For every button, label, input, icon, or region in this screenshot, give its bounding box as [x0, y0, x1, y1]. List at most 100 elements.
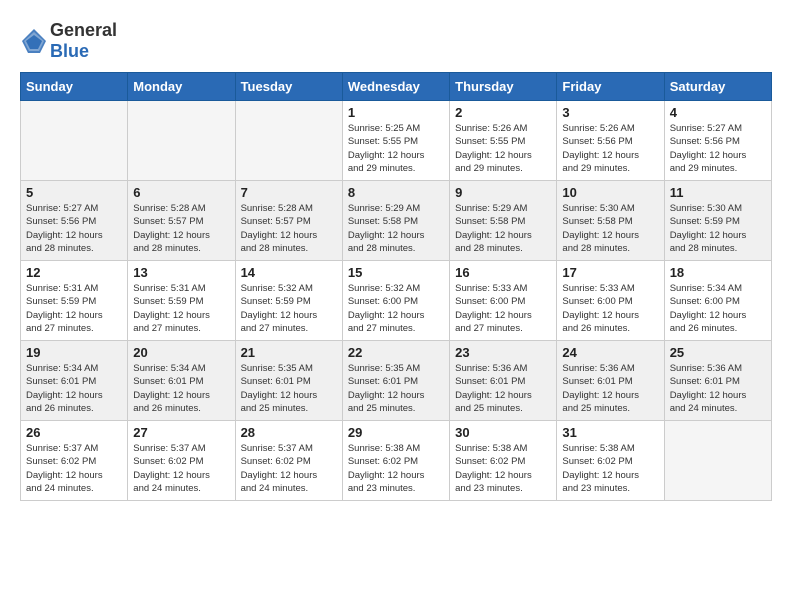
day-info: Sunrise: 5:26 AM Sunset: 5:55 PM Dayligh… [455, 122, 551, 175]
day-number: 29 [348, 425, 444, 440]
day-number: 17 [562, 265, 658, 280]
day-number: 12 [26, 265, 122, 280]
weekday-header-monday: Monday [128, 73, 235, 101]
weekday-header-saturday: Saturday [664, 73, 771, 101]
day-number: 7 [241, 185, 337, 200]
calendar-cell: 4 Sunrise: 5:27 AM Sunset: 5:56 PM Daylig… [664, 101, 771, 181]
calendar-cell: 18 Sunrise: 5:34 AM Sunset: 6:00 PM Dayli… [664, 261, 771, 341]
calendar-cell: 15Sunrise: 5:32 AM Sunset: 6:00 PM Dayli… [342, 261, 449, 341]
day-number: 6 [133, 185, 229, 200]
weekday-header-sunday: Sunday [21, 73, 128, 101]
calendar-cell [664, 421, 771, 501]
day-number: 26 [26, 425, 122, 440]
day-info: Sunrise: 5:31 AM Sunset: 5:59 PM Dayligh… [26, 282, 122, 335]
calendar-cell: 20Sunrise: 5:34 AM Sunset: 6:01 PM Dayli… [128, 341, 235, 421]
calendar-table: SundayMondayTuesdayWednesdayThursdayFrid… [20, 72, 772, 501]
calendar-cell: 5Sunrise: 5:27 AM Sunset: 5:56 PM Daylig… [21, 181, 128, 261]
day-info: Sunrise: 5:38 AM Sunset: 6:02 PM Dayligh… [348, 442, 444, 495]
day-number: 31 [562, 425, 658, 440]
calendar-cell: 28 Sunrise: 5:37 AM Sunset: 6:02 PM Dayli… [235, 421, 342, 501]
weekday-header-tuesday: Tuesday [235, 73, 342, 101]
day-info: Sunrise: 5:31 AM Sunset: 5:59 PM Dayligh… [133, 282, 229, 335]
day-number: 21 [241, 345, 337, 360]
calendar-cell: 8 Sunrise: 5:29 AM Sunset: 5:58 PM Daylig… [342, 181, 449, 261]
calendar-cell: 2 Sunrise: 5:26 AM Sunset: 5:55 PM Daylig… [450, 101, 557, 181]
day-number: 3 [562, 105, 658, 120]
calendar-cell: 1 Sunrise: 5:25 AM Sunset: 5:55 PM Daylig… [342, 101, 449, 181]
day-info: Sunrise: 5:28 AM Sunset: 5:57 PM Dayligh… [133, 202, 229, 255]
logo-icon [20, 27, 48, 55]
day-number: 8 [348, 185, 444, 200]
day-number: 4 [670, 105, 766, 120]
day-number: 2 [455, 105, 551, 120]
day-info: Sunrise: 5:29 AM Sunset: 5:58 PM Dayligh… [455, 202, 551, 255]
day-number: 18 [670, 265, 766, 280]
weekday-header-row: SundayMondayTuesdayWednesdayThursdayFrid… [21, 73, 772, 101]
calendar-cell [21, 101, 128, 181]
day-info: Sunrise: 5:37 AM Sunset: 6:02 PM Dayligh… [133, 442, 229, 495]
day-info: Sunrise: 5:32 AM Sunset: 5:59 PM Dayligh… [241, 282, 337, 335]
calendar-cell: 3 Sunrise: 5:26 AM Sunset: 5:56 PM Daylig… [557, 101, 664, 181]
day-info: Sunrise: 5:34 AM Sunset: 6:00 PM Dayligh… [670, 282, 766, 335]
day-info: Sunrise: 5:38 AM Sunset: 6:02 PM Dayligh… [455, 442, 551, 495]
calendar-cell: 25Sunrise: 5:36 AM Sunset: 6:01 PM Dayli… [664, 341, 771, 421]
calendar-cell: 9Sunrise: 5:29 AM Sunset: 5:58 PM Daylig… [450, 181, 557, 261]
day-info: Sunrise: 5:33 AM Sunset: 6:00 PM Dayligh… [562, 282, 658, 335]
calendar-cell [235, 101, 342, 181]
weekday-header-friday: Friday [557, 73, 664, 101]
calendar-cell: 21Sunrise: 5:35 AM Sunset: 6:01 PM Dayli… [235, 341, 342, 421]
day-number: 30 [455, 425, 551, 440]
day-number: 14 [241, 265, 337, 280]
day-number: 24 [562, 345, 658, 360]
calendar-cell: 17 Sunrise: 5:33 AM Sunset: 6:00 PM Dayli… [557, 261, 664, 341]
logo-general-text: General [50, 20, 117, 40]
calendar-cell: 6 Sunrise: 5:28 AM Sunset: 5:57 PM Daylig… [128, 181, 235, 261]
day-info: Sunrise: 5:35 AM Sunset: 6:01 PM Dayligh… [348, 362, 444, 415]
day-number: 16 [455, 265, 551, 280]
day-info: Sunrise: 5:28 AM Sunset: 5:57 PM Dayligh… [241, 202, 337, 255]
day-info: Sunrise: 5:25 AM Sunset: 5:55 PM Dayligh… [348, 122, 444, 175]
weekday-header-wednesday: Wednesday [342, 73, 449, 101]
day-number: 13 [133, 265, 229, 280]
week-row-1: 1 Sunrise: 5:25 AM Sunset: 5:55 PM Daylig… [21, 101, 772, 181]
calendar-cell: 29 Sunrise: 5:38 AM Sunset: 6:02 PM Dayli… [342, 421, 449, 501]
calendar-cell: 26 Sunrise: 5:37 AM Sunset: 6:02 PM Dayli… [21, 421, 128, 501]
calendar-cell: 12 Sunrise: 5:31 AM Sunset: 5:59 PM Dayli… [21, 261, 128, 341]
day-number: 10 [562, 185, 658, 200]
calendar-cell: 30 Sunrise: 5:38 AM Sunset: 6:02 PM Dayli… [450, 421, 557, 501]
day-info: Sunrise: 5:37 AM Sunset: 6:02 PM Dayligh… [241, 442, 337, 495]
week-row-5: 26 Sunrise: 5:37 AM Sunset: 6:02 PM Dayli… [21, 421, 772, 501]
day-number: 23 [455, 345, 551, 360]
calendar-cell: 24Sunrise: 5:36 AM Sunset: 6:01 PM Dayli… [557, 341, 664, 421]
day-info: Sunrise: 5:30 AM Sunset: 5:58 PM Dayligh… [562, 202, 658, 255]
calendar-cell: 22Sunrise: 5:35 AM Sunset: 6:01 PM Dayli… [342, 341, 449, 421]
day-info: Sunrise: 5:36 AM Sunset: 6:01 PM Dayligh… [455, 362, 551, 415]
day-number: 19 [26, 345, 122, 360]
week-row-3: 12 Sunrise: 5:31 AM Sunset: 5:59 PM Dayli… [21, 261, 772, 341]
day-info: Sunrise: 5:34 AM Sunset: 6:01 PM Dayligh… [26, 362, 122, 415]
day-info: Sunrise: 5:29 AM Sunset: 5:58 PM Dayligh… [348, 202, 444, 255]
calendar-cell [128, 101, 235, 181]
calendar-cell: 19 Sunrise: 5:34 AM Sunset: 6:01 PM Dayli… [21, 341, 128, 421]
day-info: Sunrise: 5:37 AM Sunset: 6:02 PM Dayligh… [26, 442, 122, 495]
calendar-cell: 7 Sunrise: 5:28 AM Sunset: 5:57 PM Daylig… [235, 181, 342, 261]
day-info: Sunrise: 5:30 AM Sunset: 5:59 PM Dayligh… [670, 202, 766, 255]
day-number: 28 [241, 425, 337, 440]
day-number: 1 [348, 105, 444, 120]
day-info: Sunrise: 5:38 AM Sunset: 6:02 PM Dayligh… [562, 442, 658, 495]
day-info: Sunrise: 5:27 AM Sunset: 5:56 PM Dayligh… [670, 122, 766, 175]
calendar-cell: 31 Sunrise: 5:38 AM Sunset: 6:02 PM Dayli… [557, 421, 664, 501]
calendar-cell: 13 Sunrise: 5:31 AM Sunset: 5:59 PM Dayli… [128, 261, 235, 341]
calendar-cell: 11 Sunrise: 5:30 AM Sunset: 5:59 PM Dayli… [664, 181, 771, 261]
day-number: 11 [670, 185, 766, 200]
weekday-header-thursday: Thursday [450, 73, 557, 101]
day-info: Sunrise: 5:26 AM Sunset: 5:56 PM Dayligh… [562, 122, 658, 175]
calendar-cell: 27Sunrise: 5:37 AM Sunset: 6:02 PM Dayli… [128, 421, 235, 501]
day-info: Sunrise: 5:34 AM Sunset: 6:01 PM Dayligh… [133, 362, 229, 415]
week-row-4: 19 Sunrise: 5:34 AM Sunset: 6:01 PM Dayli… [21, 341, 772, 421]
calendar-cell: 14 Sunrise: 5:32 AM Sunset: 5:59 PM Dayli… [235, 261, 342, 341]
logo: General Blue [20, 20, 117, 62]
logo-blue-text: Blue [50, 41, 89, 61]
day-number: 25 [670, 345, 766, 360]
day-number: 5 [26, 185, 122, 200]
